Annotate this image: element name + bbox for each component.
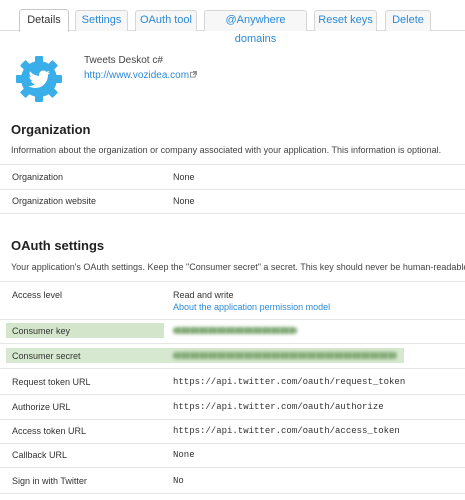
tab-bar: Details Settings OAuth tool @Anywhere do… [0, 0, 465, 45]
organization-website-value: None [173, 196, 195, 206]
tab-settings[interactable]: Settings [75, 10, 128, 31]
app-name: Tweets Deskot c# [84, 55, 163, 66]
divider [0, 189, 465, 190]
divider [0, 319, 465, 320]
organization-value: None [173, 172, 195, 182]
divider [0, 281, 465, 282]
divider [0, 467, 465, 468]
divider [0, 368, 465, 369]
divider [0, 493, 465, 494]
consumer-secret-redacted [173, 352, 397, 359]
oauth-description: Your application's OAuth settings. Keep … [11, 262, 465, 272]
divider [0, 394, 465, 395]
request-token-url-label: Request token URL [12, 377, 91, 387]
tab-details[interactable]: Details [19, 9, 69, 32]
oauth-settings-heading: OAuth settings [11, 238, 105, 253]
organization-label: Organization [12, 172, 64, 182]
authorize-url-value: https://api.twitter.com/oauth/authorize [173, 402, 384, 412]
request-token-url-value: https://api.twitter.com/oauth/request_to… [173, 377, 406, 387]
divider [0, 213, 465, 214]
organization-description: Information about the organization or co… [11, 145, 442, 155]
sign-in-with-twitter-value: No [173, 476, 184, 486]
access-level-value: Read and write [173, 290, 234, 300]
callback-url-value: None [173, 450, 195, 460]
permission-model-link[interactable]: About the application permission model [173, 302, 330, 312]
tab-oauth-tool[interactable]: OAuth tool [135, 10, 197, 31]
tab-reset-keys[interactable]: Reset keys [314, 10, 377, 31]
external-link-icon [190, 71, 198, 78]
tab-anywhere-domains[interactable]: @Anywhere domains [204, 10, 307, 45]
authorize-url-label: Authorize URL [12, 402, 71, 412]
access-level-label: Access level [12, 290, 63, 300]
twitter-bird-gear-icon [16, 56, 62, 102]
app-url-text[interactable]: http://www.vozidea.com [84, 70, 189, 81]
access-token-url-label: Access token URL [12, 426, 87, 436]
divider [0, 164, 465, 165]
consumer-key-label: Consumer key [12, 326, 71, 336]
access-token-url-value: https://api.twitter.com/oauth/access_tok… [173, 426, 400, 436]
organization-heading: Organization [11, 122, 91, 137]
callback-url-label: Callback URL [12, 450, 68, 460]
tab-delete[interactable]: Delete [385, 10, 431, 31]
sign-in-with-twitter-label: Sign in with Twitter [12, 476, 87, 486]
divider [0, 443, 465, 444]
divider [0, 343, 465, 344]
consumer-key-redacted [173, 327, 297, 334]
organization-website-label: Organization website [12, 196, 97, 206]
consumer-secret-label: Consumer secret [12, 351, 81, 361]
app-url-link[interactable]: http://www.vozidea.com [84, 70, 198, 81]
divider [0, 419, 465, 420]
